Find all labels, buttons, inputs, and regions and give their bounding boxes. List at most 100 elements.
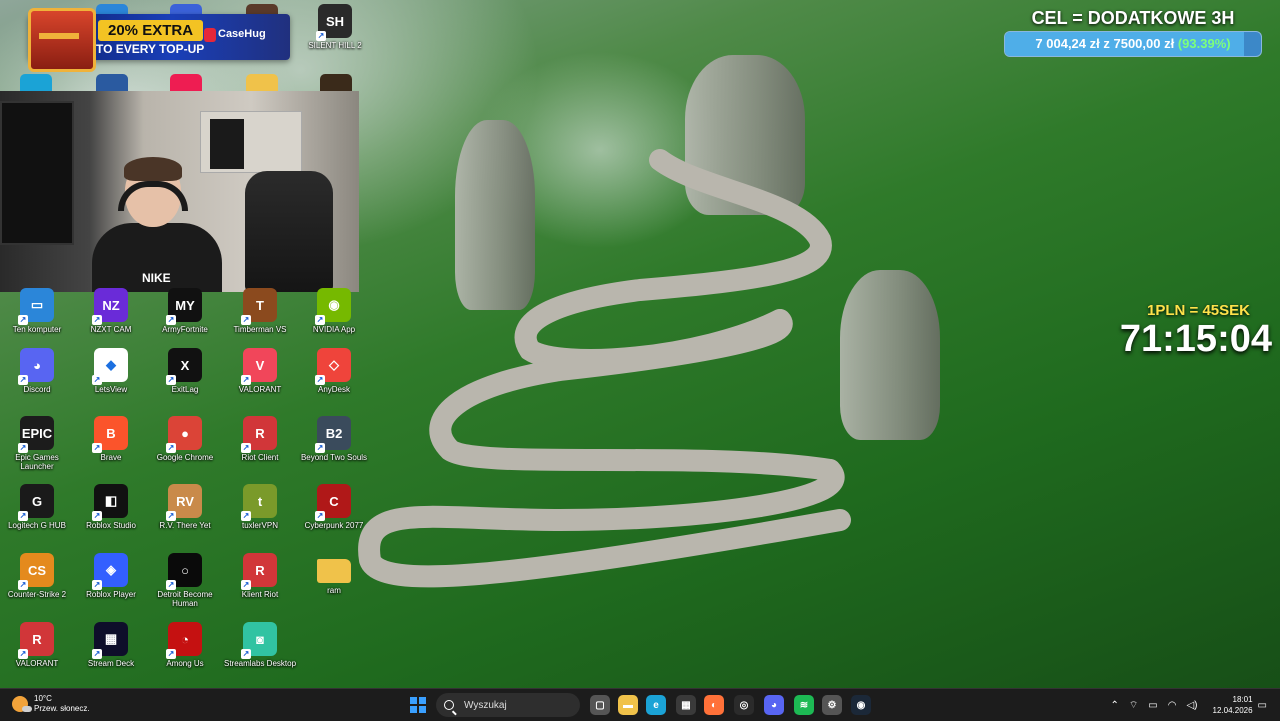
desktop-icon-label: Discord [23,385,51,394]
timer-value: 71:15:04 [1119,318,1272,360]
desktop-icon[interactable]: ◈Roblox Player [74,553,148,599]
desktop-icon-label: Timberman VS [233,325,287,334]
desktop-icon-label: Detroit Become Human [157,590,213,608]
desktop-icon-label: ArmyFortnite [162,325,208,334]
riot-klient-icon: R [241,553,277,590]
notifications-icon[interactable]: ▭ [1258,700,1267,711]
display-icon[interactable]: ▭ [1148,700,1157,711]
desktop-icon-label: ram [327,586,341,595]
desktop-icon-label: Stream Deck [87,659,135,668]
nvidia-icon: ◉ [315,288,351,325]
task-view-icon[interactable]: ▢ [590,695,610,715]
webcam-hair [124,157,182,181]
letsview-icon: ◆ [92,348,128,385]
desktop-icon[interactable]: ◇AnyDesk [297,348,371,394]
desktop-icon[interactable]: TTimberman VS [223,288,297,334]
windows-logo-icon [419,697,426,704]
roblox-icon: ◈ [92,553,128,590]
desktop-icon-label: Counter-Strike 2 [7,590,67,599]
donation-goal: CEL = DODATKOWE 3H 7 004,24 zł z 7500,00… [1004,8,1262,57]
desktop-icon-label: Brave [100,453,122,462]
weather-temp: 10°C [34,694,52,703]
desktop-icon[interactable]: RKlient Riot [223,553,297,599]
among-us-icon: ◔ [166,622,202,659]
clock-time: 18:01 [1232,695,1253,704]
windows-logo-icon [410,697,417,704]
desktop-icon[interactable]: ▦Stream Deck [74,622,148,668]
file-explorer-icon[interactable]: ▬ [618,695,638,715]
clock-date: 12.04.2026 [1212,706,1253,715]
webcam-overlay: NIKE [0,91,359,292]
weather-desc: Przew. słonecz. [34,704,90,713]
desktop-icon-label: tuxlerVPN [241,521,278,530]
discord-icon: ◕ [18,348,54,385]
webcam-tv [0,101,74,245]
desktop-icon[interactable]: ◉NVIDIA App [297,288,371,334]
desktop-icon[interactable]: ◔Among Us [148,622,222,668]
discord-taskbar-icon[interactable]: ◕ [764,695,784,715]
firefox-icon[interactable]: ◐ [704,695,724,715]
riot-client-icon: R [241,416,277,453]
treasure-chest-icon [28,8,96,72]
folder-icon [317,559,351,583]
desktop-icon[interactable]: ○Detroit Become Human [148,553,222,608]
desktop-icon[interactable]: ▭Ten komputer [0,288,74,334]
chevron-up-icon[interactable]: ⌃ [1110,700,1118,711]
weather-widget[interactable]: 10°C Przew. słonecz. [12,694,90,714]
casehug-logo-icon [204,28,216,42]
desktop-icon[interactable]: ◧Roblox Studio [74,484,148,530]
taskbar-search[interactable]: Wyszukaj [436,693,580,717]
desktop-icon-label: Cyberpunk 2077 [304,521,364,530]
exitlag-icon: X [166,348,202,385]
search-icon [444,700,454,710]
desktop-icon[interactable]: RVALORANT [0,622,74,668]
desktop-icon[interactable]: VVALORANT [223,348,297,394]
webcam-gaming-chair [245,171,333,292]
spotify-icon[interactable]: ≋ [794,695,814,715]
obs-icon[interactable]: ◎ [734,695,754,715]
settings-icon[interactable]: ⚙ [822,695,842,715]
search-placeholder: Wyszukaj [464,699,507,711]
desktop-icon[interactable]: XExitLag [148,348,222,394]
desktop-icon[interactable]: ◆LetsView [74,348,148,394]
webcam-streamer: NIKE [92,157,222,292]
desktop-icon[interactable]: RVR.V. There Yet [148,484,222,530]
desktop-icon-label: ExitLag [171,385,199,394]
store-icon[interactable]: ▦ [676,695,696,715]
goal-connector: z [1103,36,1110,51]
desktop-icon[interactable]: ◕Discord [0,348,74,394]
clock[interactable]: 18:01 12.04.2026 [1213,694,1253,716]
desktop-icon[interactable]: B2Beyond Two Souls [297,416,371,462]
desktop-icon[interactable]: CSCounter-Strike 2 [0,553,74,599]
edge-icon[interactable]: e [646,695,666,715]
promo-banner[interactable]: 20% EXTRA TO EVERY TOP-UP CaseHug [28,8,290,72]
counter-strike-icon: CS [18,553,54,590]
roblox-studio-icon: ◧ [92,484,128,521]
cyberpunk-icon: C [315,484,351,521]
computer-icon: ▭ [18,288,54,325]
desktop-icon[interactable]: RRiot Client [223,416,297,462]
desktop-icon[interactable]: ttuxlerVPN [223,484,297,530]
desktop-icon-label: AnyDesk [317,385,350,394]
desktop-icon-label: Google Chrome [156,453,214,462]
volume-icon[interactable]: ◁) [1186,700,1197,711]
desktop-icon[interactable]: GLogitech G HUB [0,484,74,530]
desktop-icon-label: Streamlabs Desktop [223,659,297,668]
desktop-icon[interactable]: MYArmyFortnite [148,288,222,334]
desktop-icon[interactable]: CCyberpunk 2077 [297,484,371,530]
steam-icon[interactable]: ◉ [851,695,871,715]
network-icon[interactable]: ⌔ [1129,699,1138,712]
timer-rate: 1PLN = 45SEK [1147,302,1250,319]
desktop-icon[interactable]: ram [297,553,371,595]
start-button[interactable] [410,697,426,713]
wifi-icon[interactable]: ◠ [1168,700,1177,711]
desktop-icon[interactable]: ◙Streamlabs Desktop [223,622,297,668]
weather-text: 10°C Przew. słonecz. [34,694,90,714]
desktop-icon[interactable]: EPICEpic Games Launcher [0,416,74,471]
desktop-icon[interactable]: BBrave [74,416,148,462]
windows-logo-icon [419,706,426,713]
desktop-icon[interactable]: NZNZXT CAM [74,288,148,334]
desktop-icon[interactable]: ●Google Chrome [148,416,222,462]
desktop-icon[interactable]: SHSILENT HILL 2 [298,4,372,50]
promo-headline: 20% EXTRA [98,20,204,41]
